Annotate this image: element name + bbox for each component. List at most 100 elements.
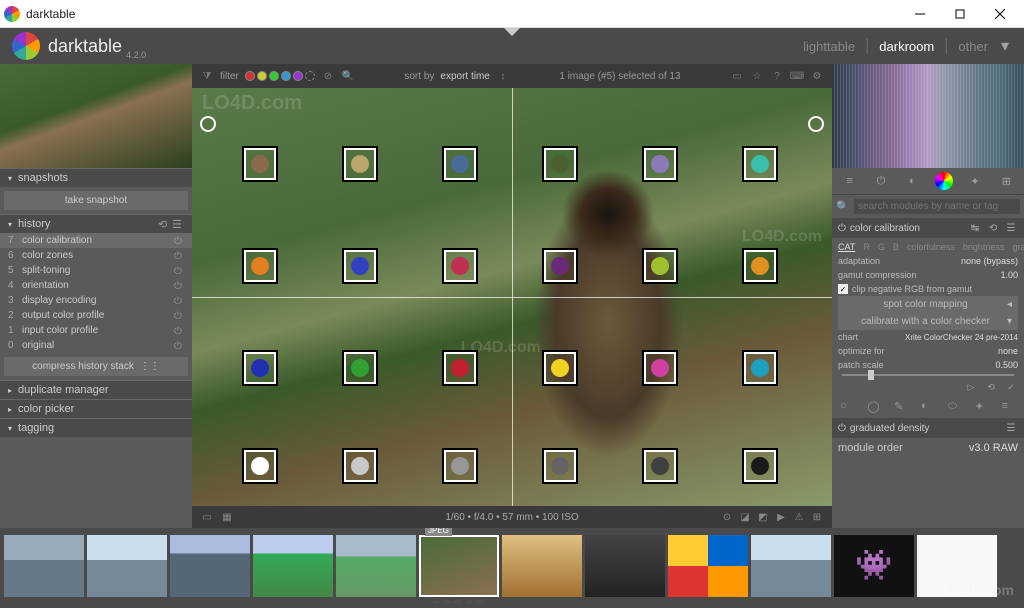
cc-tab[interactable]: gray [1012,242,1024,252]
drawn-param-icon[interactable]: ⬭ [948,400,962,414]
mode-darkroom[interactable]: darkroom [869,39,944,54]
color-patch[interactable] [342,146,378,182]
keyboard-icon[interactable]: ⌨ [790,69,804,83]
filmstrip[interactable]: JPEG☆☆☆☆☆👾 LO4D.com [0,528,1024,604]
module-search-input[interactable] [854,199,1020,214]
guides-icon[interactable]: ⊞ [810,510,824,524]
color-patch[interactable] [242,146,278,182]
filmstrip-thumb[interactable] [336,535,416,597]
module-order-value[interactable]: v3.0 RAW [969,442,1018,454]
cc-tab[interactable]: G [878,242,885,252]
color-patch[interactable] [642,448,678,484]
optimize-value[interactable]: none [998,346,1018,356]
quickaccess-icon[interactable]: ≡ [841,172,859,190]
minimize-button[interactable] [900,0,940,28]
color-patch[interactable] [742,146,778,182]
color-patch[interactable] [542,448,578,484]
close-button[interactable] [980,0,1020,28]
uniform-icon[interactable]: ◯ [867,400,881,414]
history-item[interactable]: 0original⏻ [0,338,192,353]
color-patch[interactable] [542,146,578,182]
color-patch[interactable] [742,350,778,386]
search-icon[interactable]: 🔍 [836,200,850,214]
run-icon[interactable]: ⟲ [984,380,998,394]
take-snapshot-button[interactable]: take snapshot [4,191,188,210]
filmstrip-thumb[interactable] [4,535,84,597]
color-patch[interactable] [242,248,278,284]
preview-thumbnail[interactable] [0,64,192,168]
color-patch[interactable] [242,448,278,484]
drawn-icon[interactable]: ✎ [894,400,908,414]
history-item[interactable]: 2output color profile⏻ [0,308,192,323]
history-item[interactable]: 3display encoding⏻ [0,293,192,308]
display-icon[interactable]: ▭ [730,69,744,83]
effect-icon[interactable]: ⊞ [997,172,1015,190]
module-color-calibration[interactable]: ⏻ color calibration ↹ ⟲ ☰ [832,218,1024,238]
color-patch[interactable] [342,448,378,484]
iso-icon[interactable]: ⊙ [720,510,734,524]
section-tagging[interactable]: ▾ tagging [0,418,192,437]
section-snapshots[interactable]: ▾ snapshots [0,168,192,187]
color-label-filter[interactable] [245,71,315,81]
color-patch[interactable] [542,350,578,386]
power-icon[interactable]: ⏻ [838,423,846,434]
filmstrip-thumb[interactable]: JPEG☆☆☆☆☆ [419,535,499,597]
accept-icon[interactable]: ▷ [964,380,978,394]
active-icon[interactable]: ⏻ [872,172,890,190]
color-patch[interactable] [742,248,778,284]
color-icon[interactable] [935,172,953,190]
search-icon[interactable]: 🔍 [341,69,355,83]
styles-icon[interactable]: ⋮⋮ [140,361,160,372]
styles-icon[interactable]: ▦ [220,510,234,524]
power-icon[interactable]: ⏻ [838,223,846,234]
star-rating[interactable]: ☆☆☆☆☆ [432,598,487,604]
reject-filter-icon[interactable]: ⊘ [321,69,335,83]
patch-value[interactable]: 0.500 [995,360,1018,370]
history-item[interactable]: 1input color profile⏻ [0,323,192,338]
history-item[interactable]: 6color zones⏻ [0,248,192,263]
off-icon[interactable]: ○ [840,400,854,414]
gamut-value[interactable]: 1.00 [1000,270,1018,280]
spot-color-mapping[interactable]: spot color mapping◂ [838,296,1018,313]
compress-history-button[interactable]: compress history stack ⋮⋮ [4,357,188,376]
cc-tab[interactable]: B [893,242,899,252]
clip-negative-checkbox[interactable]: ✓clip negative RGB from gamut [838,282,1018,296]
color-patch[interactable] [442,350,478,386]
color-patch[interactable] [642,350,678,386]
clip-hi-icon[interactable]: ◪ [738,510,752,524]
section-duplicate[interactable]: ▸ duplicate manager [0,380,192,399]
cc-tab[interactable]: brightness [963,242,1005,252]
color-patch[interactable] [642,146,678,182]
color-patch[interactable] [742,448,778,484]
adaptation-value[interactable]: none (bypass) [961,256,1018,266]
history-item[interactable]: 7color calibration⏻ [0,233,192,248]
base-icon[interactable]: ◐ [903,172,921,190]
section-history[interactable]: ▾ history ⟲ ☰ [0,214,192,233]
raster-icon[interactable]: ✦ [975,400,989,414]
correct-icon[interactable]: ✦ [966,172,984,190]
target-marker-right[interactable] [808,116,824,132]
filter-icon[interactable]: ⧩ [200,69,214,83]
filmstrip-thumb[interactable] [170,535,250,597]
filmstrip-thumb[interactable] [668,535,748,597]
filmstrip-thumb[interactable] [502,535,582,597]
help-icon[interactable]: ? [770,69,784,83]
cc-tab[interactable]: colorfulness [907,242,955,252]
star-icon[interactable]: ☆ [750,69,764,83]
filmstrip-thumb[interactable] [87,535,167,597]
multi-instance-icon[interactable]: ↹ [968,221,982,235]
menu-icon[interactable]: ☰ [172,218,184,230]
filmstrip-thumb[interactable] [585,535,665,597]
color-patch[interactable] [242,350,278,386]
filmstrip-thumb[interactable] [253,535,333,597]
history-item[interactable]: 5split-toning⏻ [0,263,192,278]
color-patch[interactable] [642,248,678,284]
param-icon[interactable]: ◐ [921,400,935,414]
check-icon[interactable]: ✓ [1004,380,1018,394]
color-patch[interactable] [442,248,478,284]
color-patch[interactable] [442,146,478,182]
waveform-scope[interactable] [832,64,1024,168]
image-canvas[interactable]: LO4D.com LO4D.com LO4D.com [192,88,832,506]
filmstrip-thumb[interactable]: 👾 [834,535,914,597]
expand-top-icon[interactable] [504,28,520,36]
